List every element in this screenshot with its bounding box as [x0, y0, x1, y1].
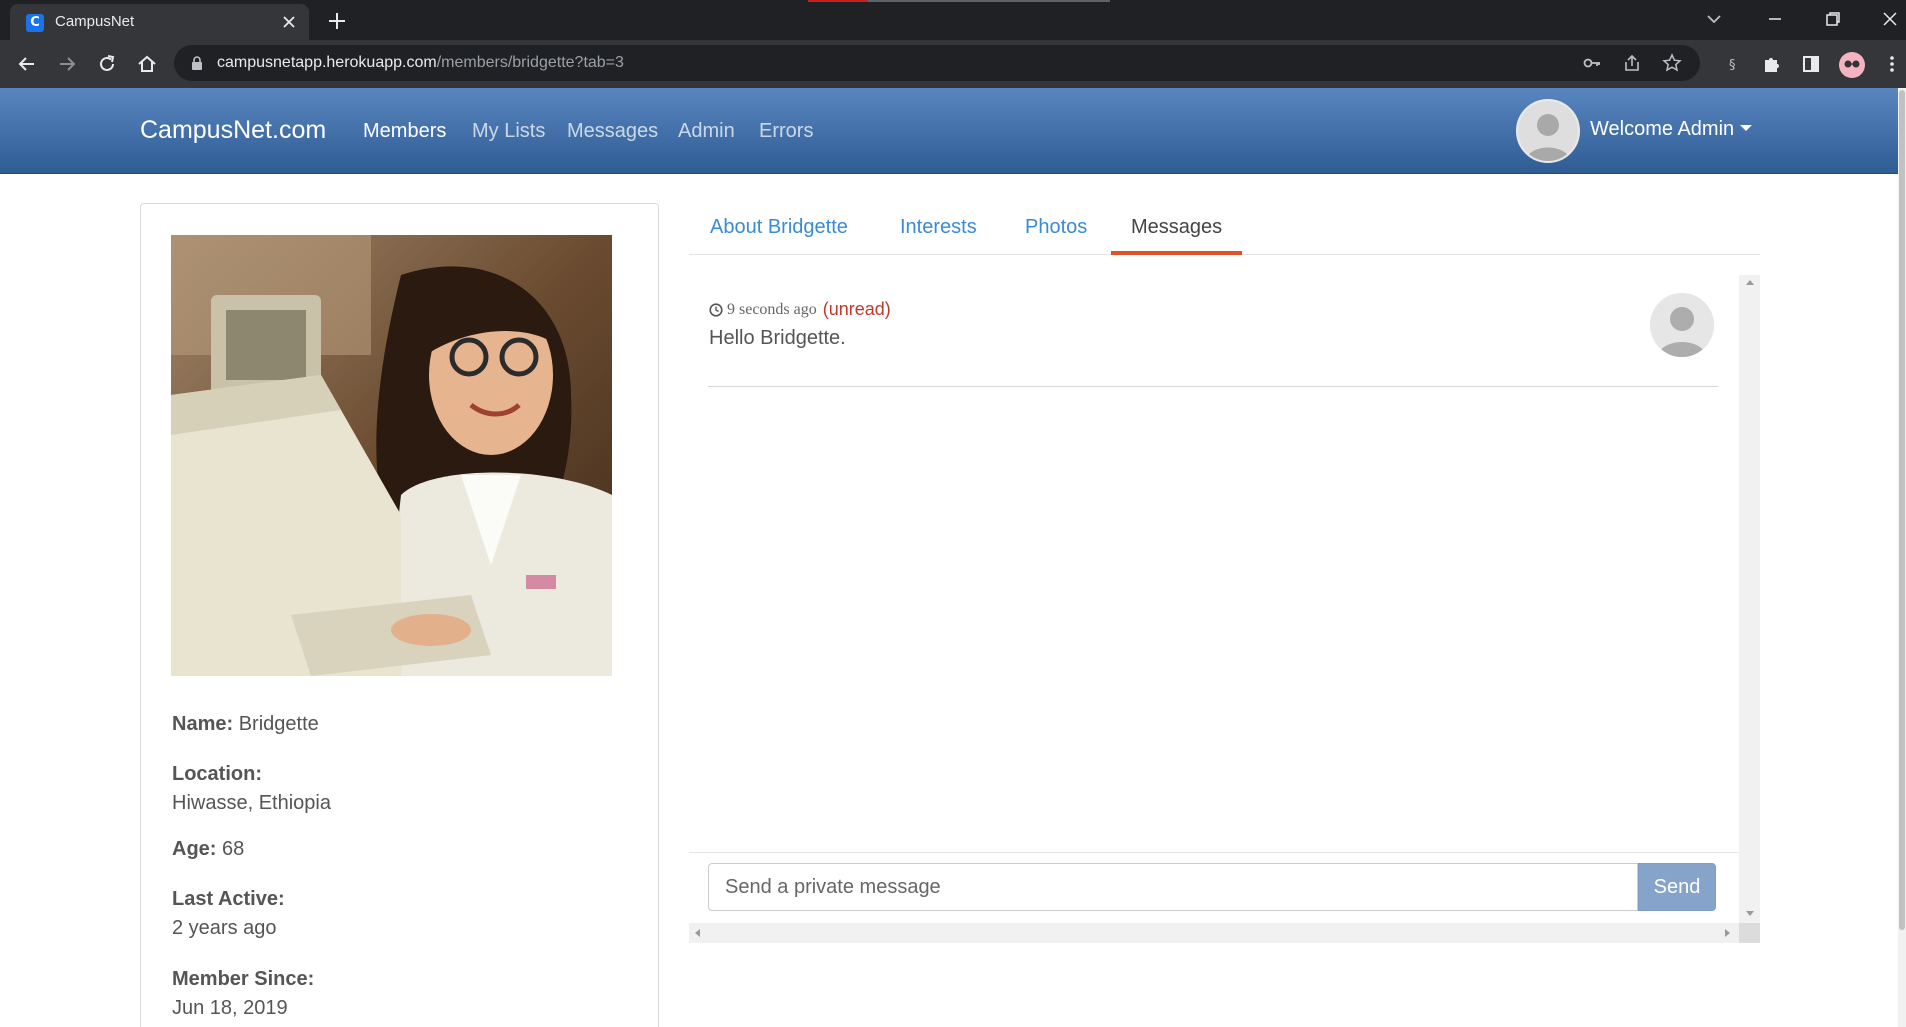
- message-time: 9 seconds ago: [727, 300, 817, 318]
- url-host: campusnetapp.herokuapp.com: [217, 54, 437, 71]
- name-value: Bridgette: [238, 713, 319, 735]
- sender-avatar-icon: [1650, 293, 1714, 357]
- extension-s-icon[interactable]: §: [1722, 53, 1744, 75]
- profile-name: Name: Bridgette: [172, 713, 319, 736]
- caret-down-icon: [1740, 125, 1753, 131]
- nav-link-errors[interactable]: Errors: [759, 120, 813, 143]
- welcome-label: Welcome Admin: [1590, 118, 1735, 140]
- messages-vertical-scrollbar[interactable]: [1739, 275, 1760, 923]
- browser-tab-title: CampusNet: [55, 13, 135, 30]
- browser-toolbar: campusnetapp.herokuapp.com/members/bridg…: [0, 40, 1906, 88]
- compose-bar: Send: [689, 852, 1739, 923]
- address-bar[interactable]: campusnetapp.herokuapp.com/members/bridg…: [174, 45, 1700, 81]
- profile-location: Location: Hiwasse, Ethiopia: [172, 763, 331, 815]
- profile-avatar-icon[interactable]: [1839, 52, 1865, 78]
- scroll-right-arrow-icon[interactable]: [1725, 929, 1730, 937]
- messages-panel: 9 seconds ago (unread) Hello Bridgette. …: [689, 275, 1760, 943]
- address-url[interactable]: campusnetapp.herokuapp.com/members/bridg…: [217, 54, 624, 72]
- name-label: Name:: [172, 713, 234, 735]
- nav-link-members[interactable]: Members: [363, 120, 446, 143]
- campusnet-favicon-icon: C: [26, 14, 44, 32]
- scroll-left-arrow-icon[interactable]: [695, 929, 700, 937]
- nav-link-admin[interactable]: Admin: [678, 120, 735, 143]
- key-icon[interactable]: [1582, 53, 1602, 73]
- age-label: Age:: [172, 838, 217, 860]
- url-path: /members/bridgette?tab=3: [436, 54, 624, 71]
- location-label: Location:: [172, 763, 262, 785]
- member-since-label: Member Since:: [172, 968, 315, 990]
- message-divider: [708, 386, 1718, 387]
- browser-tab[interactable]: C CampusNet: [10, 4, 309, 40]
- site-navbar: CampusNet.com Members My Lists Messages …: [0, 88, 1898, 174]
- restore-window-icon[interactable]: [1822, 8, 1844, 30]
- forward-arrow-icon[interactable]: [56, 53, 78, 75]
- active-tab-indicator: [1111, 251, 1242, 255]
- clock-icon: [709, 302, 723, 317]
- share-icon[interactable]: [1622, 53, 1642, 73]
- profile-member-since: Member Since: Jun 18, 2019: [172, 968, 314, 1020]
- tab-interests[interactable]: Interests: [900, 216, 977, 239]
- side-panel-icon[interactable]: [1800, 53, 1822, 75]
- member-since-value: Jun 18, 2019: [172, 997, 288, 1019]
- member-photo: [171, 235, 612, 676]
- home-icon[interactable]: [136, 53, 158, 75]
- message-text: Hello Bridgette.: [709, 327, 846, 349]
- close-window-icon[interactable]: [1879, 8, 1901, 30]
- profile-age: Age: 68: [172, 838, 244, 861]
- welcome-dropdown[interactable]: Welcome Admin: [1590, 118, 1753, 141]
- page-scrollbar[interactable]: [1898, 88, 1906, 1027]
- profile-last-active: Last Active: 2 years ago: [172, 888, 285, 940]
- age-value: 68: [222, 838, 245, 860]
- messages-horizontal-scrollbar[interactable]: [689, 923, 1739, 943]
- nav-link-my-lists[interactable]: My Lists: [472, 120, 545, 143]
- tab-photos[interactable]: Photos: [1025, 216, 1087, 239]
- profile-card: Name: Bridgette Location: Hiwasse, Ethio…: [140, 203, 659, 1027]
- back-arrow-icon[interactable]: [16, 53, 38, 75]
- new-tab-plus-icon[interactable]: [326, 10, 348, 32]
- message-unread-status: (unread): [822, 299, 891, 319]
- lock-icon[interactable]: [190, 55, 204, 71]
- tabstrip-accent: [808, 0, 868, 2]
- browser-menu-icon[interactable]: [1881, 53, 1903, 75]
- private-message-input[interactable]: [708, 863, 1638, 911]
- location-value: Hiwasse, Ethiopia: [172, 792, 331, 814]
- scroll-up-arrow-icon[interactable]: [1746, 280, 1754, 285]
- scrollbar-corner: [1739, 923, 1760, 943]
- tab-about[interactable]: About Bridgette: [710, 216, 848, 239]
- last-active-label: Last Active:: [172, 888, 285, 910]
- scroll-down-arrow-icon[interactable]: [1746, 911, 1754, 916]
- page-scrollbar-thumb[interactable]: [1899, 90, 1905, 930]
- browser-tabstrip: C CampusNet: [0, 0, 1906, 40]
- last-active-value: 2 years ago: [172, 917, 277, 939]
- tab-messages[interactable]: Messages: [1131, 216, 1222, 239]
- bookmark-star-icon[interactable]: [1662, 53, 1682, 73]
- tab-search-chevron-icon[interactable]: [1703, 8, 1725, 30]
- user-avatar-icon[interactable]: [1516, 99, 1580, 163]
- site-brand[interactable]: CampusNet.com: [140, 116, 326, 145]
- profile-tabs: About Bridgette Interests Photos Message…: [689, 203, 1760, 255]
- minimize-icon[interactable]: [1764, 8, 1786, 30]
- tabstrip-accent-dark: [868, 0, 1110, 2]
- extensions-puzzle-icon[interactable]: [1761, 53, 1783, 75]
- message-timestamp: 9 seconds ago (unread): [709, 299, 891, 320]
- nav-link-messages[interactable]: Messages: [567, 120, 658, 143]
- reload-icon[interactable]: [96, 53, 118, 75]
- close-tab-icon[interactable]: [279, 12, 299, 32]
- svg-text:§: §: [1729, 58, 1736, 73]
- send-button[interactable]: Send: [1638, 863, 1716, 911]
